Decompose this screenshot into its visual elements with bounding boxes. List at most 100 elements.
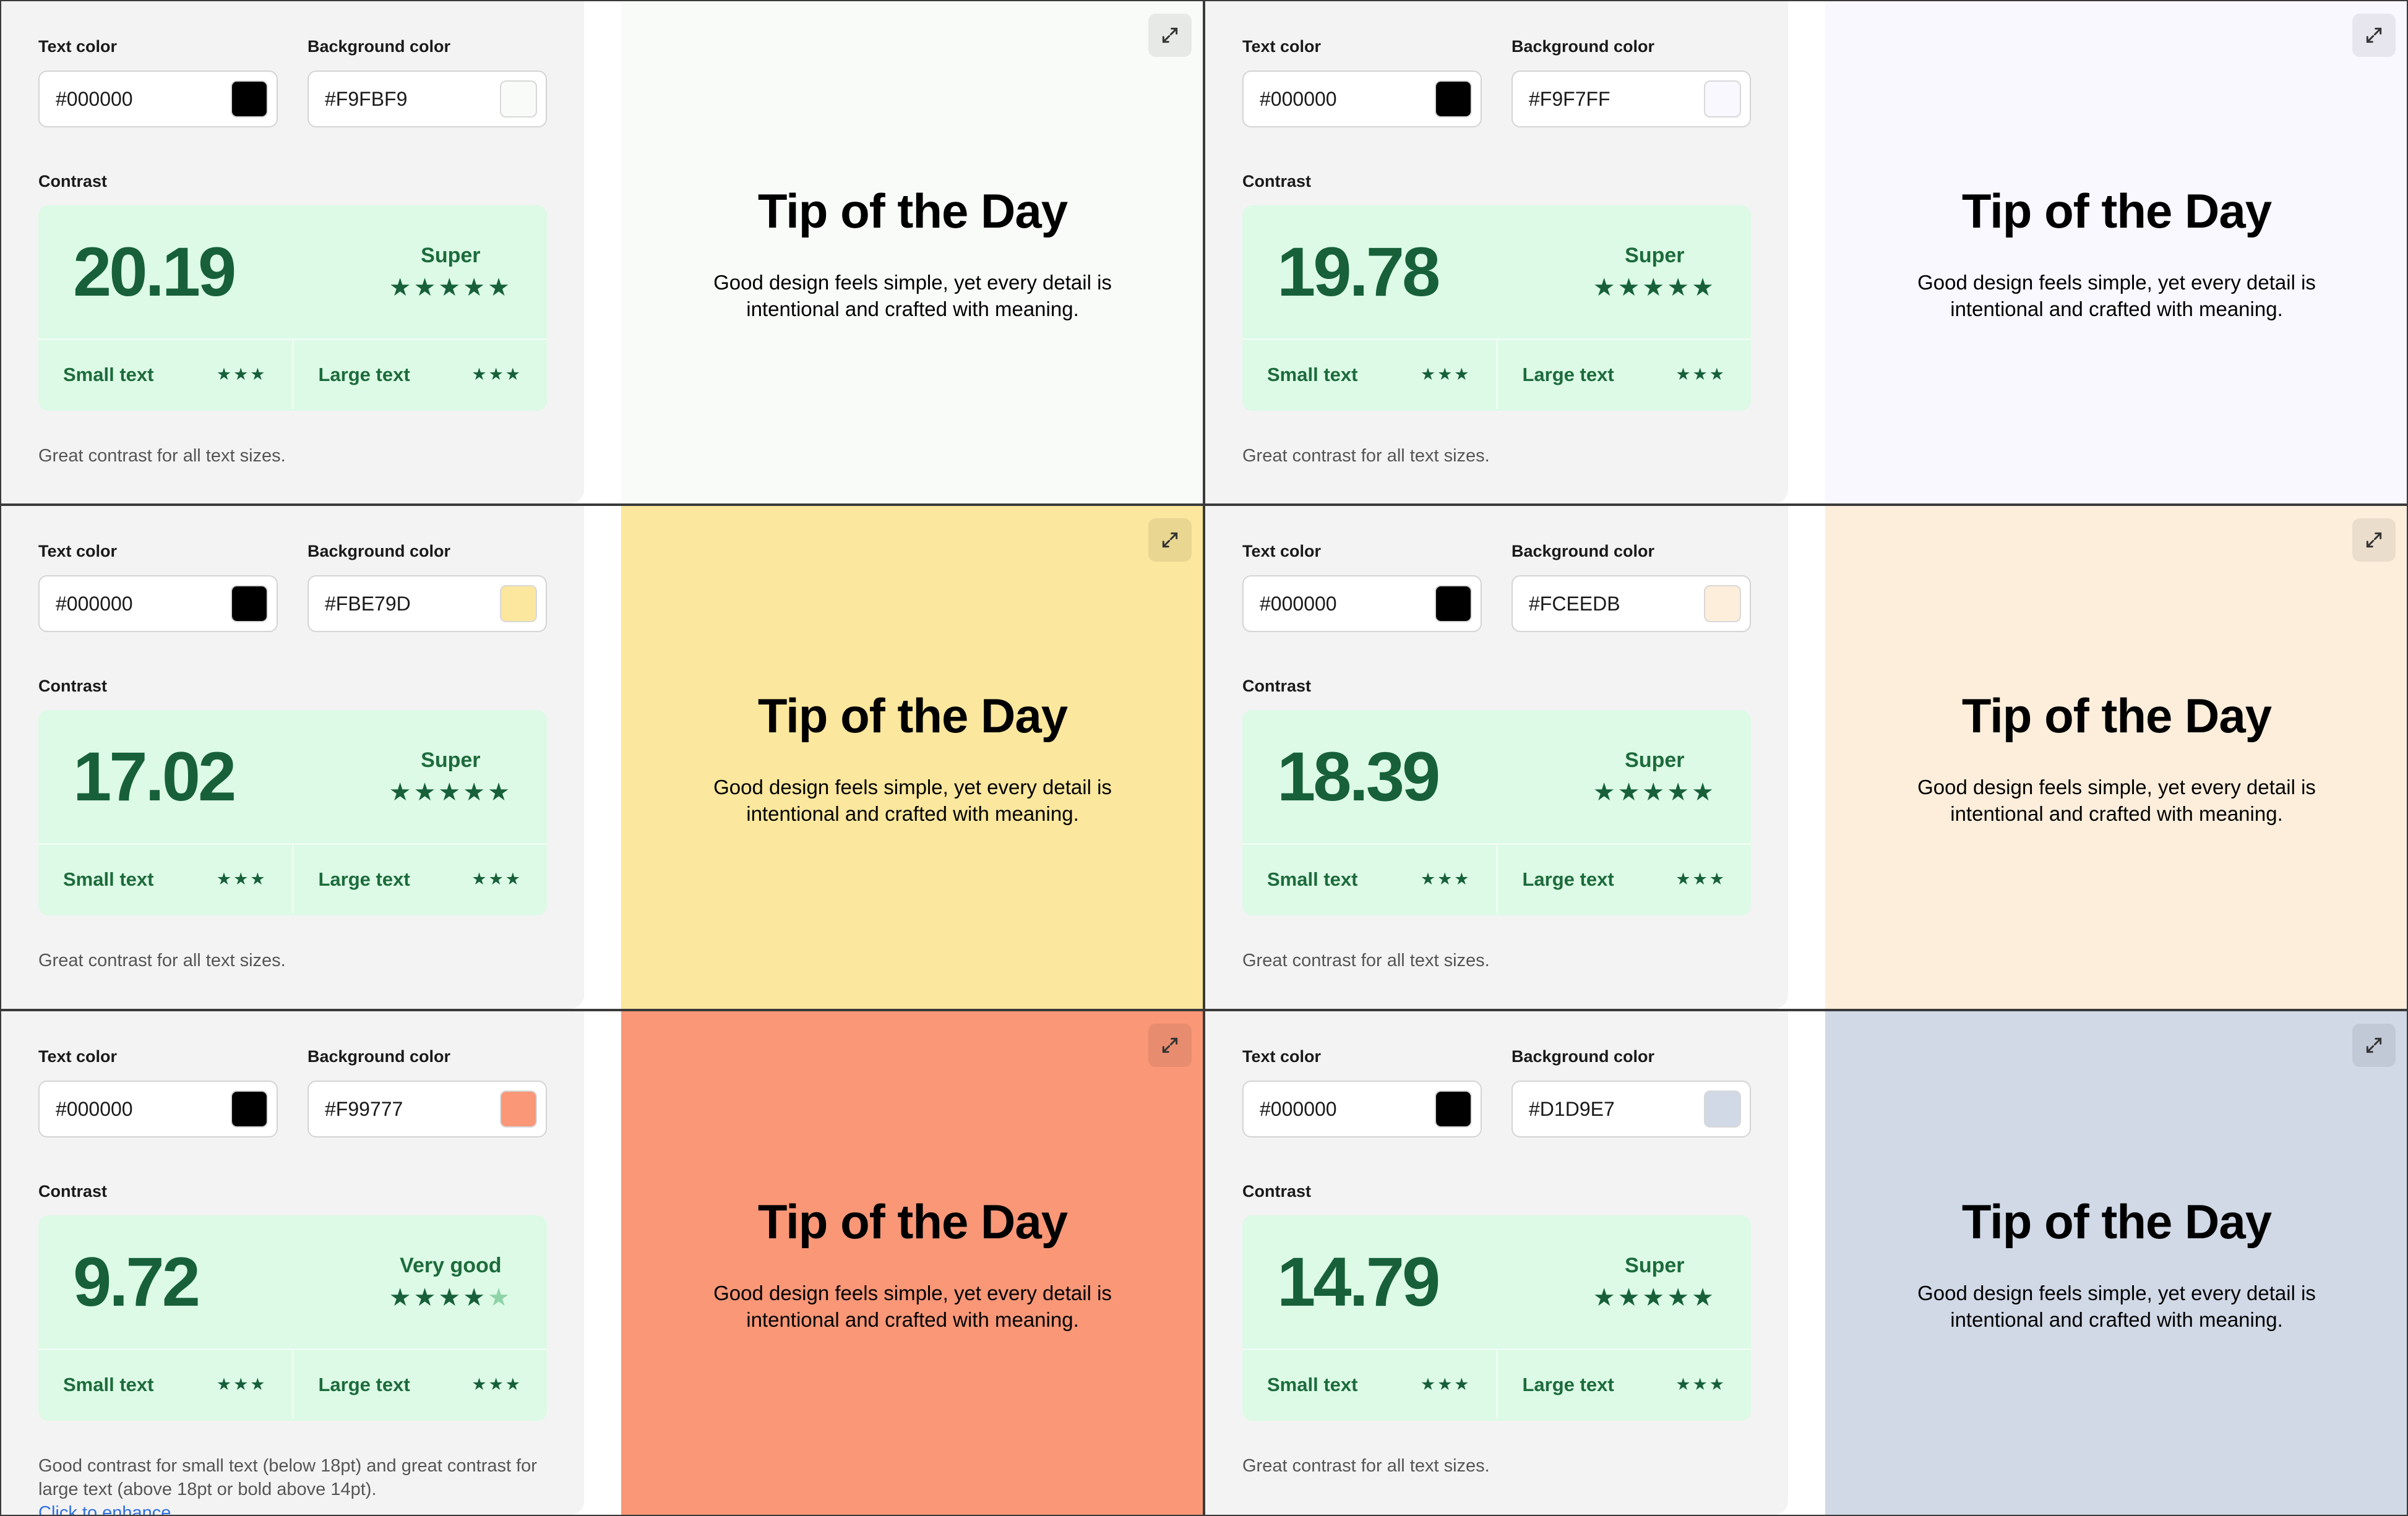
text-color-value: #000000 [56,87,133,110]
expand-button[interactable] [2352,1024,2396,1067]
contrast-score: 18.39 [1277,738,1440,815]
background-color-swatch[interactable] [1704,585,1741,622]
text-color-value: #000000 [1260,87,1337,110]
text-color-input[interactable]: #000000 [38,1081,278,1137]
large-text-label: Large text [1522,868,1614,890]
expand-button[interactable] [2352,518,2396,562]
text-color-value: #000000 [56,1097,133,1120]
contrast-score: 14.79 [1277,1243,1440,1321]
background-color-swatch[interactable] [1704,80,1741,118]
large-text-rating: Large text ★★★ [1495,1350,1752,1419]
text-color-field: Text color #000000 [1242,36,1482,127]
star-icon: ★ [505,365,522,383]
text-color-swatch[interactable] [231,1090,268,1128]
star-icon: ★ [1593,779,1618,806]
large-text-rating: Large text ★★★ [291,1350,548,1419]
preview-body: Good design feels simple, yet every deta… [713,1281,1112,1331]
background-color-field: Background color #F9F7FF [1511,36,1751,127]
star-icon: ★ [1667,274,1692,301]
expand-button[interactable] [2352,14,2396,57]
score-row: 17.02 Super ★★★★★ [38,710,547,845]
contrast-label: Contrast [1242,172,1312,191]
large-text-stars: ★★★ [471,1375,522,1394]
star-icon: ★ [1454,1375,1471,1394]
small-text-stars: ★★★ [217,365,267,384]
rating: Super ★★★★★ [1593,1254,1716,1310]
large-text-rating: Large text ★★★ [1495,845,1752,914]
size-ratings: Small text ★★★ Large text ★★★ [38,845,547,914]
star-icon: ★ [488,365,505,383]
star-icon: ★ [1437,870,1455,888]
expand-icon [2366,532,2382,548]
star-icon: ★ [389,274,414,301]
size-ratings: Small text ★★★ Large text ★★★ [1242,1350,1751,1419]
expand-button[interactable] [1148,518,1192,562]
text-color-swatch[interactable] [1435,1090,1472,1128]
star-icon: ★ [233,870,251,888]
preview-area: Tip of the Day Good design feels simple,… [621,506,1203,1009]
background-color-value: #FBE79D [325,592,411,615]
text-color-input[interactable]: #000000 [1242,575,1482,632]
text-color-swatch[interactable] [231,585,268,622]
small-text-rating: Small text ★★★ [38,1350,292,1419]
background-color-input[interactable]: #F9F7FF [1511,71,1751,127]
background-color-input[interactable]: #F99777 [307,1081,547,1137]
expand-button[interactable] [1148,1024,1192,1067]
background-color-input[interactable]: #F9FBF9 [307,71,547,127]
enhance-link[interactable]: Click to enhance [38,1501,547,1515]
star-icon: ★ [1617,779,1643,806]
text-color-input[interactable]: #000000 [38,575,278,632]
text-color-field: Text color #000000 [38,36,278,127]
background-color-label: Background color [1511,542,1655,560]
text-color-input[interactable]: #000000 [1242,71,1482,127]
text-color-swatch[interactable] [1435,80,1472,118]
contrast-label: Contrast [38,1182,108,1201]
settings-panel: Text color #000000 Background color #FCE… [1205,506,1788,1009]
contrast-note: Great contrast for all text sizes. [1242,951,1490,970]
text-color-field: Text color #000000 [1242,541,1482,632]
text-color-input[interactable]: #000000 [1242,1081,1482,1137]
star-icon: ★ [216,1375,234,1394]
contrast-label: Contrast [1242,677,1312,695]
background-color-swatch[interactable] [500,585,537,622]
small-text-stars: ★★★ [1421,365,1471,384]
text-color-input[interactable]: #000000 [38,71,278,127]
star-icon: ★ [471,870,489,888]
preview-body: Good design feels simple, yet every deta… [1917,1281,2316,1331]
contrast-label: Contrast [1242,1182,1312,1201]
preview-title: Tip of the Day [1961,1194,2272,1249]
text-color-swatch[interactable] [1435,585,1472,622]
text-color-swatch[interactable] [231,80,268,118]
star-icon: ★ [488,779,512,806]
background-color-label: Background color [307,1047,451,1066]
star-icon: ★ [1675,365,1693,383]
contrast-score: 19.78 [1277,233,1440,310]
contrast-card: Text color #000000 Background color #D1D… [1204,1010,2408,1516]
star-icon: ★ [1642,274,1667,301]
star-icon: ★ [1692,365,1709,383]
text-color-label: Text color [1242,37,1322,56]
background-color-input[interactable]: #FBE79D [307,575,547,632]
star-icon: ★ [463,779,488,806]
small-text-stars: ★★★ [1421,1375,1471,1394]
star-icon: ★ [389,1284,414,1311]
small-text-rating: Small text ★★★ [1242,340,1496,409]
star-icon: ★ [413,779,439,806]
star-icon: ★ [1675,870,1693,888]
preview-title: Tip of the Day [757,688,1068,743]
settings-panel: Text color #000000 Background color #D1D… [1205,1011,1788,1515]
text-color-label: Text color [38,1047,118,1066]
star-icon: ★ [1642,779,1667,806]
settings-panel: Text color #000000 Background color #F9F… [1205,1,1788,503]
background-color-swatch[interactable] [1704,1090,1741,1128]
star-icon: ★ [505,1375,522,1394]
text-color-label: Text color [38,542,118,560]
background-color-input[interactable]: #D1D9E7 [1511,1081,1751,1137]
star-icon: ★ [1692,1284,1716,1311]
background-color-swatch[interactable] [500,1090,537,1128]
preview-title: Tip of the Day [1961,183,2272,238]
large-text-stars: ★★★ [1675,1375,1726,1394]
expand-button[interactable] [1148,14,1192,57]
background-color-swatch[interactable] [500,80,537,118]
background-color-input[interactable]: #FCEEDB [1511,575,1751,632]
